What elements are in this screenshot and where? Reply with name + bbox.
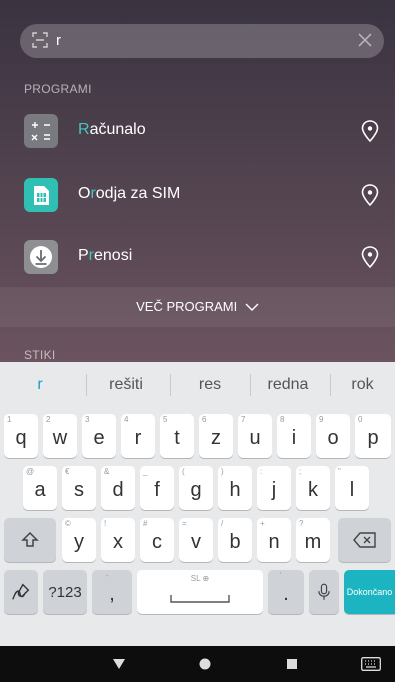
app-label: Računalo (78, 121, 146, 138)
app-label: Orodja za SIM (78, 185, 181, 202)
navigation-bar (0, 646, 395, 682)
backspace-icon (353, 532, 376, 548)
space-key[interactable]: SL ⊕ (137, 570, 263, 614)
key-q[interactable]: 1q (4, 414, 38, 458)
keyboard[interactable]: r rešiti res redna rok 1q 2w 3e 4r 5t 6z… (0, 362, 395, 646)
mic-key[interactable] (309, 570, 339, 614)
close-icon[interactable] (358, 33, 372, 47)
search-bar[interactable]: r (20, 24, 384, 58)
period-key[interactable]: '. (268, 570, 304, 614)
sim-card-icon (24, 178, 58, 212)
suggestion-2[interactable]: rešiti (86, 362, 166, 408)
location-pin-icon[interactable] (361, 120, 379, 142)
key-n[interactable]: + n (257, 518, 291, 562)
app-result-sim-toolkit[interactable]: Orodja za SIM (0, 164, 395, 224)
suggestion-4[interactable]: redna (250, 362, 326, 408)
key-r[interactable]: 4r (121, 414, 155, 458)
key-g[interactable]: (g (179, 466, 213, 510)
more-label: VEČ PROGRAMI (136, 299, 238, 314)
key-t[interactable]: 5t (160, 414, 194, 458)
key-i[interactable]: 8i (277, 414, 311, 458)
shift-icon (21, 531, 39, 547)
key-c[interactable]: # c (140, 518, 174, 562)
key-l[interactable]: " l (335, 466, 369, 510)
key-s[interactable]: € s (62, 466, 96, 510)
key-m[interactable]: ? m (296, 518, 330, 562)
app-result-calculator[interactable]: Računalo (0, 100, 395, 160)
comma-key[interactable]: -, (92, 570, 132, 614)
key-d[interactable]: & d (101, 466, 135, 510)
handwriting-icon (12, 583, 30, 600)
backspace-key[interactable] (338, 518, 391, 562)
done-key[interactable]: Dokončano (344, 570, 395, 614)
location-pin-icon[interactable] (361, 246, 379, 268)
key-z[interactable]: 6z (199, 414, 233, 458)
key-h[interactable]: ) h (218, 466, 252, 510)
back-icon[interactable] (113, 659, 125, 669)
space-bar-icon (170, 595, 230, 603)
suggestion-1[interactable]: r (0, 362, 80, 408)
key-w[interactable]: 2w (43, 414, 77, 458)
key-e[interactable]: 3e (82, 414, 116, 458)
shift-key[interactable] (4, 518, 56, 562)
numbers-key[interactable]: ?123 (43, 570, 87, 614)
more-programs-button[interactable]: VEČ PROGRAMI (0, 287, 395, 327)
chevron-down-icon (245, 303, 259, 312)
scan-icon[interactable] (32, 32, 48, 48)
keyboard-icon[interactable] (361, 657, 381, 671)
app-result-downloads[interactable]: Prenosi (0, 226, 395, 286)
key-o[interactable]: 9o (316, 414, 350, 458)
key-p[interactable]: 0p (355, 414, 391, 458)
key-j[interactable]: :j (257, 466, 291, 510)
suggestion-3[interactable]: res (170, 362, 250, 408)
key-k[interactable]: ; k (296, 466, 330, 510)
handwriting-key[interactable] (4, 570, 38, 614)
recent-apps-icon[interactable] (287, 659, 297, 669)
download-icon (24, 240, 58, 274)
key-y[interactable]: © y (62, 518, 96, 562)
section-title-contacts: STIKI (24, 348, 56, 362)
search-input[interactable]: r (56, 32, 61, 49)
app-label: Prenosi (78, 247, 133, 264)
calculator-icon (24, 114, 58, 148)
microphone-icon (318, 583, 330, 600)
key-x[interactable]: ! x (101, 518, 135, 562)
key-b[interactable]: / b (218, 518, 252, 562)
key-v[interactable]: = v (179, 518, 213, 562)
section-title-programs: PROGRAMI (24, 82, 92, 96)
home-icon[interactable] (199, 658, 211, 670)
suggestion-5[interactable]: rok (330, 362, 395, 408)
location-pin-icon[interactable] (361, 184, 379, 206)
key-f[interactable]: _ f (140, 466, 174, 510)
key-u[interactable]: 7u (238, 414, 272, 458)
key-a[interactable]: @ a (23, 466, 57, 510)
